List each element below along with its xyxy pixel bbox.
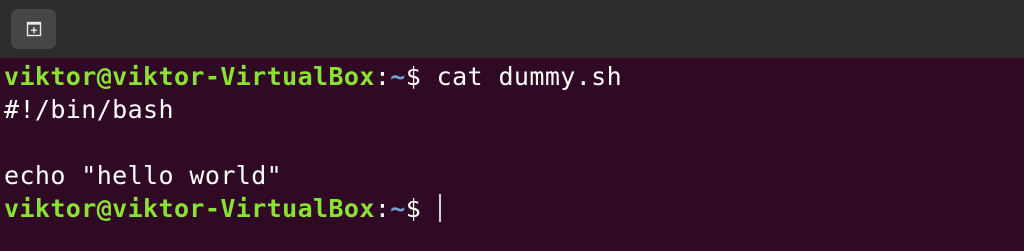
title-bar: [0, 0, 1024, 58]
output-line: echo "hello world": [4, 161, 283, 190]
text-cursor: [438, 194, 441, 222]
output-line: #!/bin/bash: [4, 95, 174, 124]
new-tab-button[interactable]: [11, 9, 56, 49]
active-prompt-line: viktor@viktor-VirtualBox:~$: [4, 192, 1020, 225]
command-text: cat dummy.sh: [421, 62, 623, 91]
prompt-symbol: $: [405, 194, 422, 223]
prompt-symbol: $: [405, 62, 422, 91]
terminal-window: viktor@viktor-VirtualBox:~$ cat dummy.sh…: [0, 0, 1024, 251]
new-tab-icon: [26, 21, 41, 37]
command-input[interactable]: [421, 194, 436, 223]
prompt-user-host: viktor@viktor-VirtualBox: [4, 194, 375, 223]
terminal-output[interactable]: viktor@viktor-VirtualBox:~$ cat dummy.sh…: [4, 60, 1020, 248]
prompt-path: ~: [390, 194, 406, 223]
prompt-line: viktor@viktor-VirtualBox:~$ cat dummy.sh: [4, 60, 1020, 93]
prompt-path: ~: [390, 62, 406, 91]
prompt-user-host: viktor@viktor-VirtualBox: [4, 62, 375, 91]
prompt-colon: :: [374, 62, 391, 91]
output-line-blank: [4, 126, 1020, 159]
prompt-colon: :: [374, 194, 391, 223]
